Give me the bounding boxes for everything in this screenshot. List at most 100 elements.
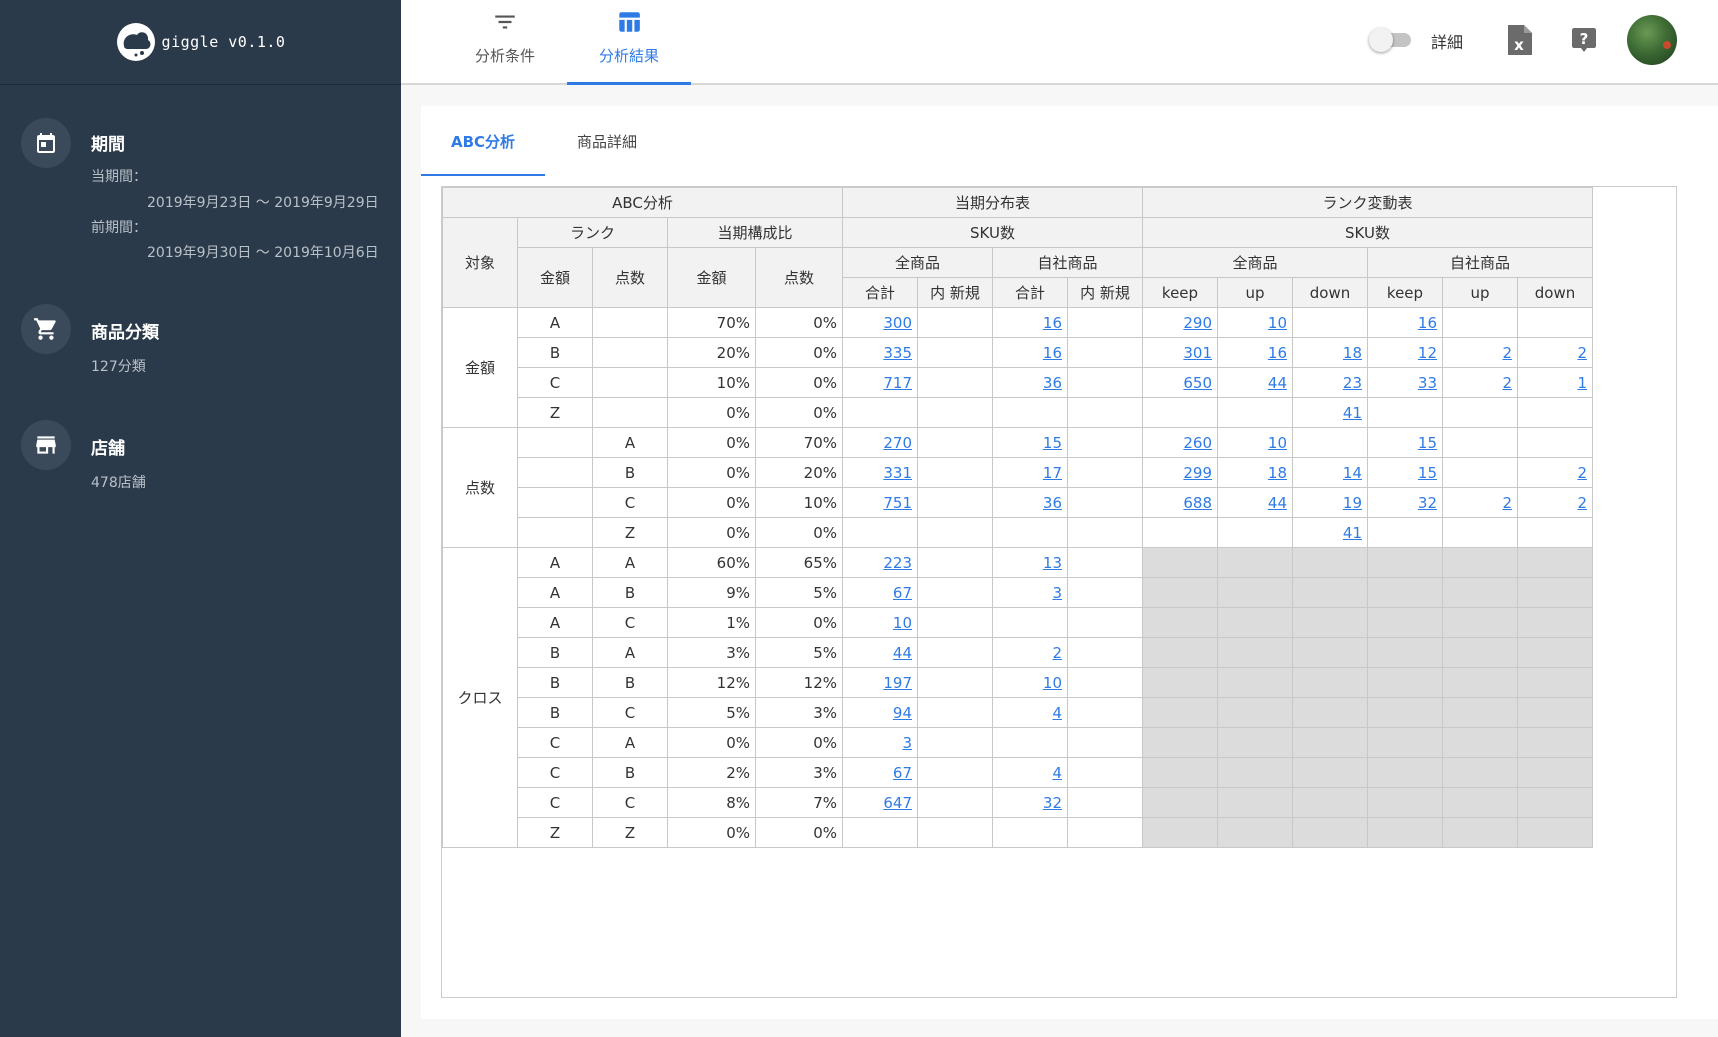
rank-change-link[interactable]: 33 (1418, 374, 1437, 392)
cell-own-total: 15 (992, 427, 1068, 458)
rank-change-link[interactable]: 10 (1268, 434, 1287, 452)
cell-ratio-count: 0% (755, 607, 843, 638)
sku-count-link[interactable]: 16 (1043, 344, 1062, 362)
cell-disabled (1217, 607, 1293, 638)
sku-count-link[interactable]: 335 (883, 344, 912, 362)
cell-own-total (992, 607, 1068, 638)
cell-disabled (1142, 817, 1218, 848)
sku-count-link[interactable]: 331 (883, 464, 912, 482)
sku-count-link[interactable]: 4 (1052, 764, 1062, 782)
detail-toggle[interactable] (1369, 28, 1413, 52)
cell-disabled (1217, 637, 1293, 668)
rank-change-link[interactable]: 41 (1343, 524, 1362, 542)
sku-count-link[interactable]: 647 (883, 794, 912, 812)
cell-rank-count: C (592, 787, 668, 818)
cell-own-new (1067, 487, 1143, 518)
sku-count-link[interactable]: 36 (1043, 494, 1062, 512)
tab-analysis-results[interactable]: 分析結果 (567, 0, 691, 85)
rank-change-link[interactable]: 19 (1343, 494, 1362, 512)
cell-own-up (1442, 457, 1518, 488)
sku-count-link[interactable]: 94 (893, 704, 912, 722)
sku-count-link[interactable]: 270 (883, 434, 912, 452)
rank-change-link[interactable]: 2 (1577, 344, 1587, 362)
rank-change-link[interactable]: 290 (1183, 314, 1212, 332)
rank-change-link[interactable]: 650 (1183, 374, 1212, 392)
sku-count-link[interactable]: 32 (1043, 794, 1062, 812)
sku-count-link[interactable]: 717 (883, 374, 912, 392)
subtab-abc-analysis[interactable]: ABC分析 (421, 112, 545, 176)
cell-own-new (1067, 787, 1143, 818)
rank-change-link[interactable]: 1 (1577, 374, 1587, 392)
sku-count-link[interactable]: 300 (883, 314, 912, 332)
rank-change-link[interactable]: 301 (1183, 344, 1212, 362)
sku-count-link[interactable]: 16 (1043, 314, 1062, 332)
cell-ratio-amount: 70% (667, 307, 756, 338)
table-body: 金額 A 70% 0% 300 16 290 10 16 B 20% 0% 335 16 301 16 18 12… (442, 307, 1593, 848)
cell-all-up (1217, 517, 1293, 548)
sku-count-link[interactable]: 17 (1043, 464, 1062, 482)
cell-ratio-amount: 0% (667, 487, 756, 518)
sku-count-link[interactable]: 10 (1043, 674, 1062, 692)
rank-change-link[interactable]: 41 (1343, 404, 1362, 422)
sku-count-link[interactable]: 44 (893, 644, 912, 662)
tab-analysis-conditions[interactable]: 分析条件 (443, 0, 567, 85)
header-all-total: 合計 (842, 277, 918, 308)
sku-count-link[interactable]: 197 (883, 674, 912, 692)
sku-count-link[interactable]: 67 (893, 584, 912, 602)
rank-change-link[interactable]: 260 (1183, 434, 1212, 452)
rank-change-link[interactable]: 23 (1343, 374, 1362, 392)
sku-count-link[interactable]: 13 (1043, 554, 1062, 572)
sku-count-link[interactable]: 3 (1052, 584, 1062, 602)
rank-change-link[interactable]: 44 (1268, 494, 1287, 512)
rank-change-link[interactable]: 32 (1418, 494, 1437, 512)
rank-change-link[interactable]: 18 (1268, 464, 1287, 482)
rank-change-link[interactable]: 10 (1268, 314, 1287, 332)
cell-all-new (917, 547, 993, 578)
cell-disabled (1217, 727, 1293, 758)
avatar[interactable] (1627, 15, 1677, 65)
table-row: B 0% 20% 331 17 299 18 14 15 2 (443, 457, 1593, 488)
help-icon[interactable]: ? (1569, 24, 1599, 56)
rank-change-link[interactable]: 2 (1502, 494, 1512, 512)
rank-change-link[interactable]: 2 (1502, 374, 1512, 392)
cell-disabled (1217, 577, 1293, 608)
sku-count-link[interactable]: 67 (893, 764, 912, 782)
cell-all-down: 18 (1292, 337, 1368, 368)
rank-change-link[interactable]: 14 (1343, 464, 1362, 482)
excel-export-icon[interactable]: x (1504, 24, 1534, 56)
cell-all-total: 270 (842, 427, 918, 458)
rank-change-link[interactable]: 44 (1268, 374, 1287, 392)
cell-all-up: 44 (1217, 367, 1293, 398)
sku-count-link[interactable]: 10 (893, 614, 912, 632)
rank-change-link[interactable]: 2 (1577, 494, 1587, 512)
subtab-product-details[interactable]: 商品詳細 (545, 112, 669, 170)
rank-change-link[interactable]: 15 (1418, 434, 1437, 452)
cell-ratio-amount: 20% (667, 337, 756, 368)
sku-count-link[interactable]: 36 (1043, 374, 1062, 392)
cell-disabled (1142, 547, 1218, 578)
rank-change-link[interactable]: 18 (1343, 344, 1362, 362)
cell-rank-amount: A (517, 577, 593, 608)
cell-disabled (1217, 547, 1293, 578)
rank-change-link[interactable]: 2 (1502, 344, 1512, 362)
rank-change-link[interactable]: 16 (1418, 314, 1437, 332)
rank-change-link[interactable]: 15 (1418, 464, 1437, 482)
rank-change-link[interactable]: 12 (1418, 344, 1437, 362)
sku-count-link[interactable]: 223 (883, 554, 912, 572)
rank-change-link[interactable]: 299 (1183, 464, 1212, 482)
cell-disabled (1142, 577, 1218, 608)
sku-count-link[interactable]: 2 (1052, 644, 1062, 662)
sku-count-link[interactable]: 751 (883, 494, 912, 512)
rank-change-link[interactable]: 16 (1268, 344, 1287, 362)
sku-count-link[interactable]: 15 (1043, 434, 1062, 452)
sku-count-link[interactable]: 3 (902, 734, 912, 752)
cell-all-keep: 290 (1142, 307, 1218, 338)
cell-own-total: 10 (992, 667, 1068, 698)
cell-disabled (1517, 637, 1593, 668)
cell-disabled (1442, 637, 1518, 668)
cell-disabled (1292, 547, 1368, 578)
header-sku-count-change: SKU数 (1142, 217, 1593, 248)
sku-count-link[interactable]: 4 (1052, 704, 1062, 722)
rank-change-link[interactable]: 688 (1183, 494, 1212, 512)
rank-change-link[interactable]: 2 (1577, 464, 1587, 482)
